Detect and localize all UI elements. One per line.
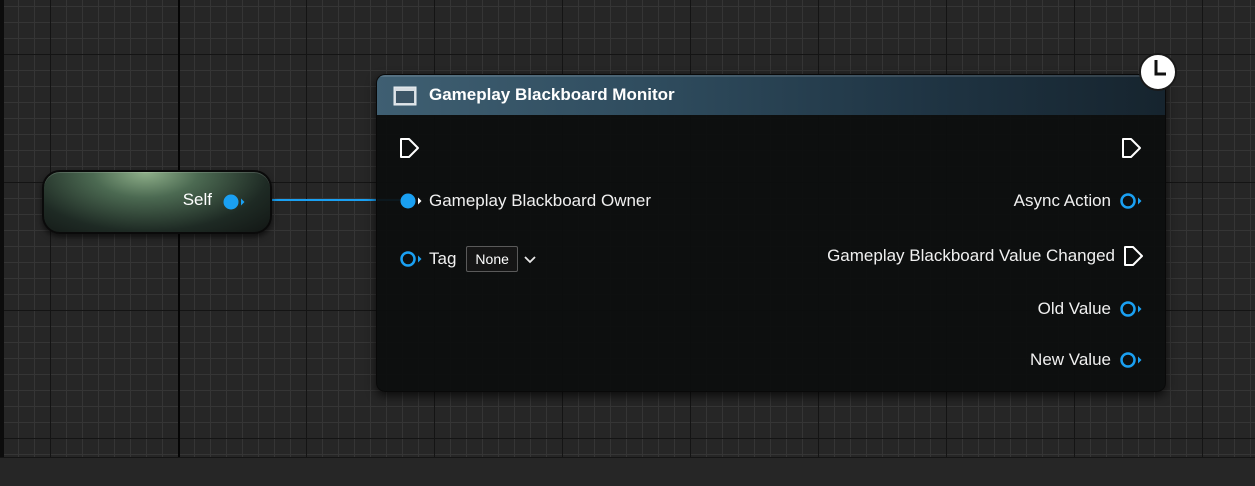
owner-input-label: Gameplay Blackboard Owner <box>429 191 652 210</box>
exec-output-pin-icon[interactable] <box>1121 137 1143 159</box>
editor-bottom-bar <box>0 457 1255 486</box>
exec-input-pin-icon[interactable] <box>399 137 421 159</box>
async-action-pin-icon[interactable] <box>1119 192 1145 210</box>
owner-input-row[interactable]: Gameplay Blackboard Owner <box>399 188 651 214</box>
value-changed-output-row[interactable]: Gameplay Blackboard Value Changed <box>827 243 1145 269</box>
function-window-icon <box>393 86 417 106</box>
owner-input-pin-icon[interactable] <box>399 192 429 210</box>
tag-value-field[interactable]: None <box>466 246 518 272</box>
tag-input-pin-icon[interactable] <box>399 250 429 268</box>
node-title: Gameplay Blackboard Monitor <box>429 85 675 104</box>
clock-icon <box>1139 53 1177 91</box>
tag-input-label: Tag <box>429 249 457 268</box>
self-output-pin-icon[interactable] <box>222 193 246 211</box>
value-changed-exec-pin-icon[interactable] <box>1123 245 1145 267</box>
new-value-pin-icon[interactable] <box>1119 351 1145 369</box>
old-value-label: Old Value <box>1037 299 1111 318</box>
tag-input-row[interactable]: Tag None <box>399 246 538 272</box>
async-action-label: Async Action <box>1013 191 1111 210</box>
value-changed-label: Gameplay Blackboard Value Changed <box>827 246 1115 265</box>
self-label: Self <box>182 190 212 209</box>
new-value-label: New Value <box>1030 350 1111 369</box>
node-header[interactable]: Gameplay Blackboard Monitor <box>377 75 1165 115</box>
new-value-output-row[interactable]: New Value <box>1030 347 1145 373</box>
old-value-output-row[interactable]: Old Value <box>1038 296 1145 322</box>
self-node[interactable]: Self <box>42 170 272 234</box>
async-action-output-row[interactable]: Async Action <box>1014 188 1145 214</box>
gameplay-blackboard-monitor-node[interactable]: Gameplay Blackboard Monitor Gameplay Bla… <box>376 74 1166 392</box>
old-value-pin-icon[interactable] <box>1119 300 1145 318</box>
chevron-down-icon[interactable] <box>522 251 538 267</box>
